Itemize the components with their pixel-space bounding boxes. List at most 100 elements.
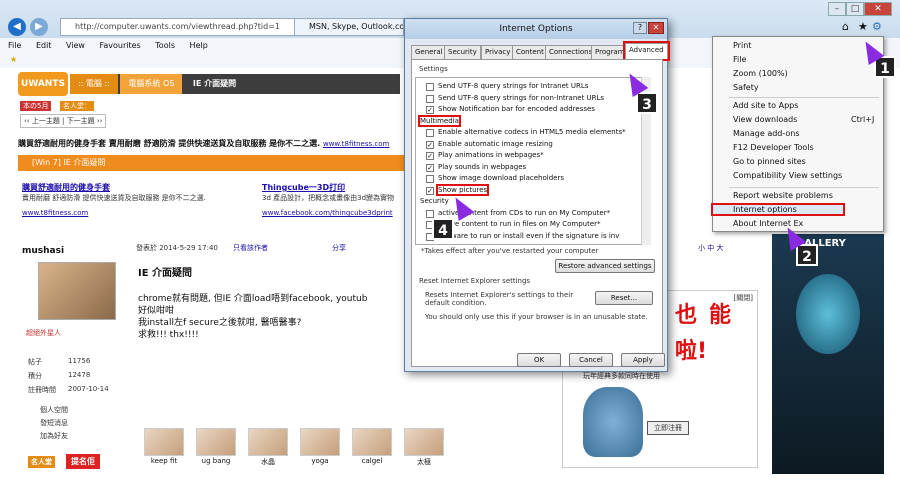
setting-label[interactable]: Play animations in webpages* bbox=[438, 151, 544, 159]
tab-security[interactable]: Security bbox=[444, 45, 481, 59]
setting-label[interactable]: Enable automatic image resizing bbox=[438, 140, 553, 148]
gear-icon[interactable]: ⚙ bbox=[872, 20, 882, 33]
setting-checkbox[interactable]: ✓ bbox=[426, 186, 434, 195]
restore-advanced-button[interactable]: Restore advanced settings bbox=[555, 259, 655, 273]
setting-checkbox[interactable] bbox=[426, 83, 434, 91]
setting-label[interactable]: Show image download placeholders bbox=[438, 174, 564, 182]
back-button[interactable]: ◀ bbox=[8, 18, 26, 36]
menu-item-safety[interactable]: Safety bbox=[733, 83, 759, 92]
add-friend-link[interactable]: 加為好友 bbox=[40, 431, 68, 441]
menu-item-report[interactable]: Report website problems bbox=[733, 191, 833, 200]
menu-favourites[interactable]: Favourites bbox=[100, 41, 141, 50]
ad1-url[interactable]: www.t8fitness.com bbox=[22, 209, 222, 217]
next-thread-link[interactable]: 下一主題 ›› bbox=[67, 117, 103, 125]
menu-item-addons[interactable]: Manage add-ons bbox=[733, 129, 800, 138]
setting-checkbox[interactable]: ✓ bbox=[426, 140, 434, 149]
tab-privacy[interactable]: Privacy bbox=[481, 45, 515, 59]
close-button[interactable]: ✕ bbox=[864, 2, 892, 16]
ad1-title[interactable]: 購買舒適耐用的健身手套 bbox=[22, 182, 222, 193]
tab-active[interactable]: MSN, Skype, Outlook.com bbox=[294, 18, 404, 36]
setting-label[interactable]: Send UTF-8 query strings for non-Intrane… bbox=[438, 94, 604, 102]
ad-block-2[interactable]: Thingcube一3D打印 3d 產品設計，把概念或畫像由3d變為實物 www… bbox=[262, 182, 402, 217]
dialog-close-button[interactable]: ✕ bbox=[648, 22, 664, 34]
promo-url[interactable]: www.t8fitness.com bbox=[323, 140, 389, 148]
gallery-thumb[interactable] bbox=[144, 428, 184, 456]
ad-register-button[interactable]: 立即注冊 bbox=[647, 421, 689, 435]
menu-item-downloads[interactable]: View downloads bbox=[733, 115, 797, 124]
ad-block-1[interactable]: 購買舒適耐用的健身手套 賣用耐磨 舒適防滑 提供快速送貨及自取服務 是你不二之選… bbox=[22, 182, 222, 217]
tab-connections[interactable]: Connections bbox=[545, 45, 597, 59]
tab-content[interactable]: Content bbox=[512, 45, 548, 59]
setting-label[interactable]: Show Notification bar for encoded addres… bbox=[438, 105, 595, 113]
maximize-button[interactable]: □ bbox=[846, 2, 864, 16]
ad-close-link[interactable]: [關閉] bbox=[734, 293, 753, 303]
send-message-link[interactable]: 發短消息 bbox=[40, 418, 68, 428]
cancel-button[interactable]: Cancel bbox=[569, 353, 613, 367]
setting-checkbox[interactable] bbox=[426, 209, 434, 218]
menu-file[interactable]: File bbox=[8, 41, 21, 50]
avatar[interactable] bbox=[38, 262, 116, 320]
gallery-caption: yoga bbox=[311, 457, 329, 465]
gallery-thumb[interactable] bbox=[404, 428, 444, 456]
gallery-ad[interactable]: GALLERY bbox=[772, 234, 884, 474]
promo-text[interactable]: 購買舒適耐用的健身手套 賣用耐磨 舒適防滑 提供快速送貨及自取服務 是你不二之選… bbox=[18, 138, 404, 149]
menu-edit[interactable]: Edit bbox=[36, 41, 52, 50]
post-title: IE 介面疑問 bbox=[138, 268, 193, 279]
setting-checkbox[interactable] bbox=[426, 94, 434, 103]
internet-options-dialog: Internet Options ? ✕ General Security Pr… bbox=[404, 18, 670, 372]
menu-item-file[interactable]: File bbox=[733, 55, 746, 64]
menu-item-print[interactable]: Print bbox=[733, 41, 751, 50]
crumb-computer[interactable]: :: 電腦 :: bbox=[70, 74, 118, 94]
setting-checkbox[interactable] bbox=[426, 175, 434, 183]
setting-label[interactable]: active content to run in files on My Com… bbox=[438, 220, 601, 228]
favorites-star-icon[interactable]: ★ bbox=[10, 55, 17, 64]
crumb-os[interactable]: 電腦系統 OS bbox=[120, 74, 183, 94]
share-link[interactable]: 分享 bbox=[332, 243, 346, 253]
apply-button[interactable]: Apply bbox=[621, 353, 665, 367]
menu-view[interactable]: View bbox=[66, 41, 85, 50]
ad-char: 啦! bbox=[675, 339, 708, 364]
report-button[interactable]: 提名佢 bbox=[66, 454, 100, 469]
menu-item-f12[interactable]: F12 Developer Tools bbox=[733, 143, 814, 152]
ok-button[interactable]: OK bbox=[517, 353, 561, 367]
step-badge: 3 bbox=[636, 92, 658, 114]
setting-checkbox[interactable]: ✓ bbox=[426, 106, 434, 114]
setting-label[interactable]: software to run or install even if the s… bbox=[438, 232, 619, 240]
menu-item-internet-options[interactable]: Internet options bbox=[711, 203, 845, 216]
site-logo[interactable]: UWANTS bbox=[18, 72, 68, 96]
minimize-button[interactable]: – bbox=[828, 2, 846, 16]
ad2-url[interactable]: www.facebook.com/thingcube3dprint bbox=[262, 209, 402, 217]
user-name[interactable]: mushasi bbox=[22, 246, 64, 256]
setting-label[interactable]: Play sounds in webpages bbox=[438, 163, 526, 171]
prev-thread-link[interactable]: ‹‹ 上一主題 bbox=[24, 117, 60, 125]
help-button[interactable]: ? bbox=[633, 22, 647, 34]
reset-button[interactable]: Reset... bbox=[595, 291, 653, 305]
menu-help[interactable]: Help bbox=[190, 41, 208, 50]
setting-checkbox[interactable] bbox=[426, 129, 434, 137]
setting-checkbox[interactable]: ✓ bbox=[426, 163, 434, 172]
menu-item-add-site[interactable]: Add site to Apps bbox=[733, 101, 798, 110]
menu-tools[interactable]: Tools bbox=[155, 41, 175, 50]
setting-label[interactable]: Enable alternative codecs in HTML5 media… bbox=[438, 128, 626, 136]
fame-label[interactable]: 名人堂： bbox=[60, 101, 94, 111]
gallery-caption: keep fit bbox=[150, 457, 178, 465]
ad2-title[interactable]: Thingcube一3D打印 bbox=[262, 182, 402, 193]
font-size-links[interactable]: 小 中 大 bbox=[698, 243, 723, 253]
author-only-link[interactable]: 只看該作者 bbox=[233, 243, 268, 253]
menu-item-zoom[interactable]: Zoom (100%) bbox=[733, 69, 788, 78]
home-icon[interactable]: ⌂ bbox=[842, 20, 849, 33]
tab-general[interactable]: General bbox=[411, 45, 447, 59]
menu-item-compat[interactable]: Compatibility View settings bbox=[733, 171, 842, 180]
user-space-link[interactable]: 個人空間 bbox=[40, 405, 68, 415]
setting-label[interactable]: Send UTF-8 query strings for Intranet UR… bbox=[438, 82, 588, 90]
gallery-thumb[interactable] bbox=[352, 428, 392, 456]
step-badge: 2 bbox=[796, 244, 818, 266]
tab-advanced[interactable]: Advanced bbox=[623, 41, 670, 61]
gallery-thumb[interactable] bbox=[248, 428, 288, 456]
gallery-thumb[interactable] bbox=[196, 428, 236, 456]
menu-item-pinned[interactable]: Go to pinned sites bbox=[733, 157, 806, 166]
favorites-icon[interactable]: ★ bbox=[858, 20, 868, 33]
gallery-thumb[interactable] bbox=[300, 428, 340, 456]
forward-button[interactable]: ▶ bbox=[30, 18, 48, 36]
setting-checkbox[interactable]: ✓ bbox=[426, 152, 434, 160]
